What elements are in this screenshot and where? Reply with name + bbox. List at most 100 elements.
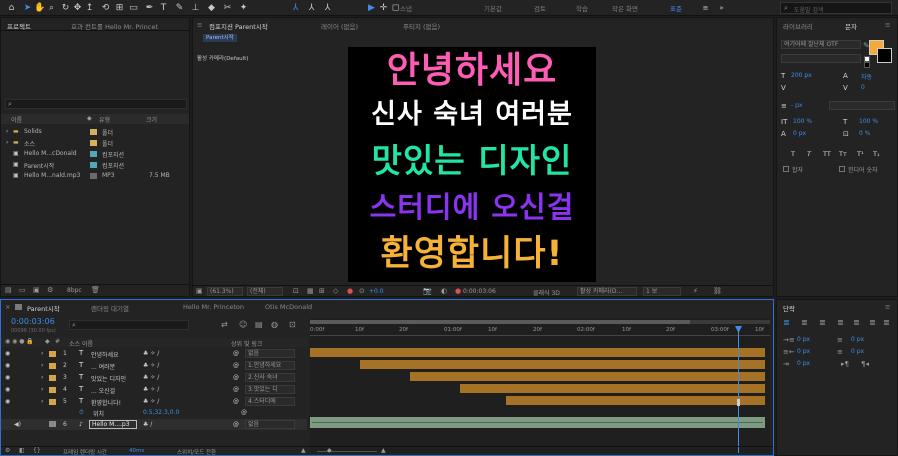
tab-composition[interactable]: 컴포지션 Parent시작 [209, 21, 268, 31]
tab-hello-mr-princeton[interactable]: Hello Mr. Princeton [183, 303, 244, 311]
layer-switches[interactable]: ♣ ✧ / [143, 350, 159, 357]
work-area-bar[interactable] [310, 320, 770, 324]
tab-library[interactable]: 라이브러리 [783, 21, 813, 31]
parent-select[interactable]: 3.맛있는 디 [245, 385, 295, 394]
view-axis-icon[interactable]: ⅄ [322, 2, 333, 14]
subscript-button[interactable]: T₁ [873, 150, 880, 158]
workspace-default[interactable]: 기본값 [484, 3, 502, 13]
pen-icon[interactable]: ✒ [144, 2, 155, 14]
expand-arrow-icon[interactable]: › [41, 374, 43, 381]
tab-character[interactable]: 문자 [845, 21, 857, 31]
fast-preview-icon[interactable]: ⚡ [693, 287, 698, 295]
workspace-small-screen[interactable]: 작은 화면 [612, 3, 638, 13]
expression-link-icon[interactable]: @ [241, 409, 247, 416]
local-axis-icon[interactable]: ⅄ [290, 2, 301, 14]
text-line-5[interactable]: 환영합니다! [346, 231, 598, 277]
hindi-digits-checkbox[interactable] [839, 166, 845, 172]
frame-blend-icon[interactable]: ▤ [255, 320, 263, 329]
tab-footage[interactable]: 푸티지 (없음) [403, 21, 440, 31]
text-line-3[interactable]: 맛있는 디자인 [346, 139, 598, 183]
timecode-display[interactable]: 0:00:03:06 [463, 288, 496, 295]
project-item[interactable]: ▣ Parent시작 컴포지션 [4, 160, 184, 170]
visibility-eye-icon[interactable]: ◉ [5, 398, 10, 405]
zoom-slider-handle[interactable]: ◆ [327, 447, 332, 454]
justify-all-icon[interactable]: ≣ [883, 318, 890, 327]
layer-switches[interactable]: ♣ / [143, 421, 152, 428]
expand-arrow-icon[interactable]: › [41, 386, 43, 393]
rtl-direction-icon[interactable]: ¶◂ [861, 360, 869, 368]
stroke-mode-select[interactable] [829, 101, 895, 110]
layer-track-bar[interactable] [410, 372, 765, 381]
layer-row[interactable]: ◉ › 4 T ... 오신걸 ♣ ✧ / @3.맛있는 디 [1, 384, 307, 395]
indent-right-value[interactable]: 0 px [797, 348, 810, 355]
type-icon[interactable]: T [158, 2, 169, 14]
zoom-select[interactable]: (61.3%) [207, 287, 243, 296]
pan-behind-icon[interactable]: ⊞ [114, 2, 125, 14]
color-icon[interactable]: ● [455, 287, 461, 295]
show-snapshot-icon[interactable]: ◐ [441, 287, 447, 295]
views-select[interactable]: 1 보 [643, 287, 681, 296]
layer-track-bar[interactable] [460, 384, 765, 393]
move-icon[interactable]: ✥ [72, 2, 83, 14]
zoom-slider-track[interactable] [317, 451, 377, 452]
visibility-eye-icon[interactable]: ◉ [5, 362, 10, 369]
hand-icon[interactable]: ✋ [34, 2, 45, 14]
small-caps-button[interactable]: Tт [839, 150, 847, 158]
faux-italic-button[interactable]: T [807, 150, 811, 158]
panel-menu-icon[interactable]: ≡ [885, 303, 890, 311]
layer-row-audio[interactable]: ◀) 6 ♪ Hello M....p3 ♣ / @ 없음 [1, 419, 307, 430]
tracking-value[interactable]: 0 [861, 84, 865, 91]
parent-select[interactable]: 2.신사 숙녀 [245, 373, 295, 382]
column-type[interactable]: 유형 [99, 115, 110, 124]
column-size[interactable]: 크기 [146, 115, 157, 124]
all-caps-button[interactable]: TT [823, 150, 831, 158]
layer-row[interactable]: ◉ › 5 T 환영합니다! ♣ ✧ / @4.스터디에 [1, 396, 307, 407]
ligatures-checkbox[interactable] [783, 166, 789, 172]
expand-arrow-icon[interactable]: › [41, 362, 43, 369]
parent-select[interactable]: 없음 [245, 420, 295, 429]
zoom-icon[interactable]: ⌕ [46, 2, 57, 14]
comp-flowchart-icon[interactable]: ⇄ [221, 320, 228, 329]
font-family-select[interactable]: 여기어때 잘난체 OTF [781, 40, 861, 49]
parent-select[interactable]: 1.안녕하세요 [245, 361, 295, 370]
space-before-value[interactable]: 0 px [851, 336, 864, 343]
transparency-grid-icon[interactable]: ▦ [307, 287, 314, 295]
baseline-shift-value[interactable]: 0 px [793, 130, 806, 137]
home-icon[interactable]: ⌂ [6, 2, 17, 14]
tab-paragraph[interactable]: 단락 [783, 303, 795, 313]
layer-label-color[interactable] [49, 363, 56, 369]
text-line-1[interactable]: 안녕하세요 [346, 49, 598, 93]
font-size-value[interactable]: 200 px [791, 72, 812, 79]
stroke-color-swatch[interactable] [877, 48, 892, 63]
first-line-indent-value[interactable]: 0 px [797, 360, 810, 367]
puppet-icon[interactable]: ✦ [238, 2, 249, 14]
stopwatch-icon[interactable]: ⏱ [79, 409, 84, 417]
audio-icon[interactable]: ◀) [14, 421, 21, 428]
interpret-footage-icon[interactable]: ▤ [5, 286, 12, 294]
font-style-select[interactable] [781, 54, 861, 63]
eraser-icon[interactable]: ◆ [206, 2, 217, 14]
layer-row[interactable]: ◉ › 2 T ... 여러분 ♣ ✧ / @1.안녕하세요 [1, 360, 307, 371]
flowchart-icon[interactable]: ⛓ [713, 287, 722, 295]
workspace-standard[interactable]: 표준 [670, 3, 682, 13]
layer-name[interactable]: 환영합니다! [91, 398, 121, 407]
timeline-search-input[interactable]: ⌕ [69, 320, 189, 330]
workspace-more-icon[interactable]: » [716, 2, 727, 14]
position-keyframe[interactable] [737, 399, 740, 406]
project-item[interactable]: › ▬ Solids 폴더 [4, 127, 184, 137]
layer-label-color[interactable] [49, 351, 56, 357]
zoom-in-icon[interactable]: ▲ [381, 447, 386, 454]
camera-icon[interactable]: ⟲ [100, 2, 111, 14]
project-settings-icon[interactable]: ⚙ [47, 286, 53, 294]
new-folder-icon[interactable]: ▭ [19, 286, 26, 294]
layer-switches[interactable]: ♣ ✧ / [143, 386, 159, 393]
tab-render-queue[interactable]: 렌더링 대기열 [91, 303, 129, 313]
layer-name[interactable]: ... 여러분 [91, 362, 115, 371]
space-after-value[interactable]: 0 px [851, 348, 864, 355]
time-ruler[interactable]: 0:00f 10f 20f 01:00f 10f 20f 02:00f 10f 20f 03:00… [310, 326, 770, 336]
exposure-icon[interactable]: ⊙ [359, 287, 365, 295]
snap-label[interactable]: 스냅 [400, 3, 412, 13]
layer-switches[interactable]: ♣ ✧ / [143, 362, 159, 369]
text-line-4[interactable]: 스터디에 오신걸 [346, 187, 598, 227]
align-left-icon[interactable]: ≣ [783, 318, 790, 327]
